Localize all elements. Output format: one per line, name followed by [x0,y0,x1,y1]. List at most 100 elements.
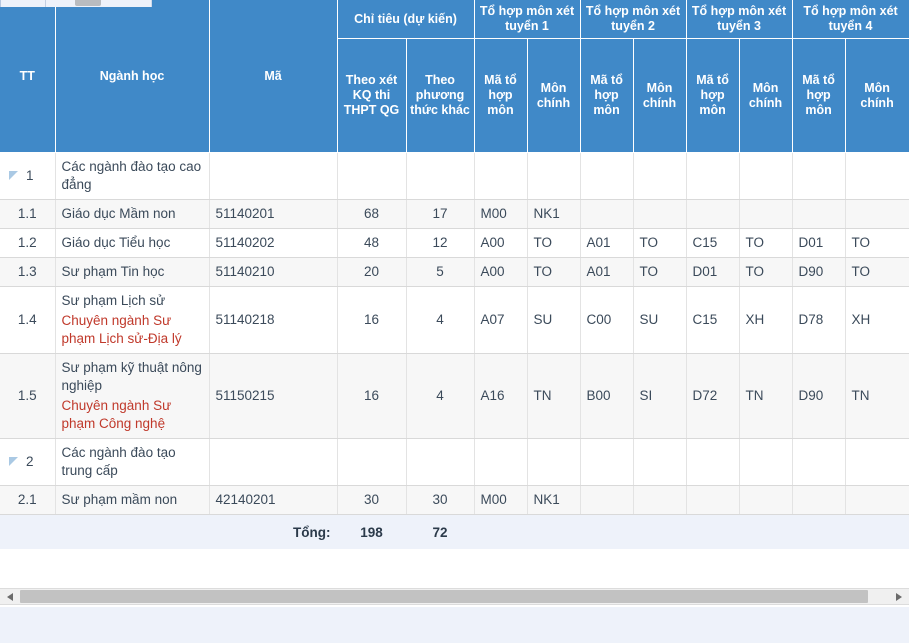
collapse-triangle-icon[interactable] [9,457,18,466]
nganh-hoc-name: Sư phạm mầm non [61,492,178,507]
cell-tt: 2.1 [0,485,56,515]
cell-ma [209,438,338,486]
scrollbar-thumb[interactable] [20,590,868,603]
cell-ma: 51150215 [209,353,338,439]
cell-khac [406,152,475,200]
cell-nganh-hoc: Giáo dục Tiểu học [55,228,210,258]
cell-th2-ma [580,199,634,229]
cell-th1-ma: A00 [474,257,528,287]
tt-value: 1.2 [17,235,37,250]
header-theo-xet-kq-thpt[interactable]: Theo xét KQ thi THPT QG [337,38,407,153]
cell-th1-ma [474,152,528,200]
header-mon-chinh-1[interactable]: Môn chính [527,38,581,153]
header-mon-chinh-2[interactable]: Môn chính [633,38,687,153]
cell-th3-ma: D72 [686,353,740,439]
table-row[interactable]: 1.3 Sư phạm Tin học 51140210 20 5 A00 TO A01 TO D… [0,257,909,287]
header-theo-phuong-thuc-khac[interactable]: Theo phương thức khác [406,38,475,153]
toolbar-divider [45,0,46,7]
cell-th3-ma: C15 [686,228,740,258]
nganh-hoc-name: Sư phạm Lịch sử [61,293,166,308]
cell-th2-ma: A01 [580,228,634,258]
total-khac: 72 [406,514,474,549]
header-group-to-hop-2[interactable]: Tổ hợp môn xét tuyển 2 [580,0,687,40]
cell-th3-ma [686,485,740,515]
scroll-left-arrow-icon[interactable] [2,589,19,604]
header-ma[interactable]: Mã [209,0,338,153]
table-group-row[interactable]: 1 Các ngành đào tạo cao đẳng [0,152,909,200]
table-group-row[interactable]: 2 Các ngành đào tạo trung cấp [0,438,909,486]
cell-th4-ma: D90 [792,353,846,439]
cell-khac: 12 [406,228,475,258]
header-ma-to-hop-mon-4[interactable]: Mã tổ hợp môn [792,38,846,153]
cell-th1-ma: M00 [474,199,528,229]
course-quota-grid: TT Ngành học Mã Chỉ tiêu (dự kiến) Tổ hợ… [0,0,909,643]
cell-nganh-hoc: Các ngành đào tạo trung cấp [55,438,210,486]
cell-khac: 17 [406,199,475,229]
cell-th4-mon: XH [845,286,909,354]
tt-value: 1.1 [17,206,37,221]
cell-th2-ma: C00 [580,286,634,354]
cell-th2-mon: TO [633,257,687,287]
cell-th2-mon [633,485,687,515]
cell-th3-mon: TN [739,353,793,439]
cell-nganh-hoc: Giáo dục Mầm non [55,199,210,229]
cell-ma: 51140201 [209,199,338,229]
cell-tt: 1.2 [0,228,56,258]
table-row[interactable]: 1.5 Sư phạm kỹ thuật nông nghiệp Chuyên ng… [0,353,909,439]
cell-th3-ma [686,438,740,486]
cell-ma: 51140210 [209,257,338,287]
header-ma-to-hop-mon-3[interactable]: Mã tổ hợp môn [686,38,740,153]
header-group-to-hop-1[interactable]: Tổ hợp môn xét tuyển 1 [474,0,581,40]
clipped-toolbar-sliver [0,0,152,7]
header-ma-to-hop-mon-2[interactable]: Mã tổ hợp môn [580,38,634,153]
header-ma-to-hop-mon-1[interactable]: Mã tổ hợp môn [474,38,528,153]
cell-thpt [337,438,407,486]
tt-value: 2.1 [17,492,37,507]
cell-th4-mon: TO [845,257,909,287]
table-row[interactable]: 2.1 Sư phạm mầm non 42140201 30 30 M00 NK1 [0,485,909,515]
table-row[interactable]: 1.2 Giáo dục Tiểu học 51140202 48 12 A00 TO A01… [0,228,909,258]
header-tt[interactable]: TT [0,0,56,153]
cell-ma: 51140218 [209,286,338,354]
nganh-hoc-name: Sư phạm kỹ thuật nông nghiệp [61,360,202,393]
cell-th3-mon: XH [739,286,793,354]
cell-th3-mon [739,485,793,515]
header-group-to-hop-3[interactable]: Tổ hợp môn xét tuyển 3 [686,0,793,40]
collapse-triangle-icon[interactable] [9,171,18,180]
cell-thpt: 30 [337,485,407,515]
cell-th3-mon [739,152,793,200]
cell-th4-ma: D78 [792,286,846,354]
cell-tt: 1.3 [0,257,56,287]
cell-th1-mon: SU [527,286,581,354]
nganh-hoc-name: Giáo dục Tiểu học [61,235,171,250]
cell-th3-mon: TO [739,228,793,258]
cell-th2-ma [580,485,634,515]
cell-th4-ma [792,485,846,515]
table-row[interactable]: 1.1 Giáo dục Mầm non 51140201 68 17 M00 NK1 [0,199,909,229]
cell-nganh-hoc: Sư phạm Lịch sử Chuyên ngành Sư phạm Lịch… [55,286,210,354]
cell-th2-mon [633,438,687,486]
nganh-hoc-name: Sư phạm Tin học [61,264,165,279]
nganh-hoc-name: Giáo dục Mầm non [61,206,176,221]
cell-th2-ma [580,152,634,200]
cell-th1-ma [474,438,528,486]
cell-th1-mon [527,438,581,486]
cell-th3-mon [739,199,793,229]
header-mon-chinh-3[interactable]: Môn chính [739,38,793,153]
cell-th2-ma [580,438,634,486]
cell-th1-ma: A07 [474,286,528,354]
horizontal-scrollbar[interactable] [0,588,909,605]
table-row[interactable]: 1.4 Sư phạm Lịch sử Chuyên ngành Sư phạm L… [0,286,909,354]
cell-th1-ma: M00 [474,485,528,515]
table-header: TT Ngành học Mã Chỉ tiêu (dự kiến) Tổ hợ… [0,0,909,153]
header-group-chi-tieu[interactable]: Chỉ tiêu (dự kiến) [337,0,475,40]
header-nganh-hoc[interactable]: Ngành học [55,0,210,153]
header-mon-chinh-4[interactable]: Môn chính [845,38,909,153]
cell-th4-ma [792,152,846,200]
header-group-to-hop-4[interactable]: Tổ hợp môn xét tuyển 4 [792,0,909,40]
tt-value: 1.5 [17,388,37,403]
scroll-right-arrow-icon[interactable] [890,589,907,604]
tt-value: 1.3 [17,264,37,279]
cell-th1-mon: NK1 [527,485,581,515]
cell-th1-mon: TO [527,228,581,258]
